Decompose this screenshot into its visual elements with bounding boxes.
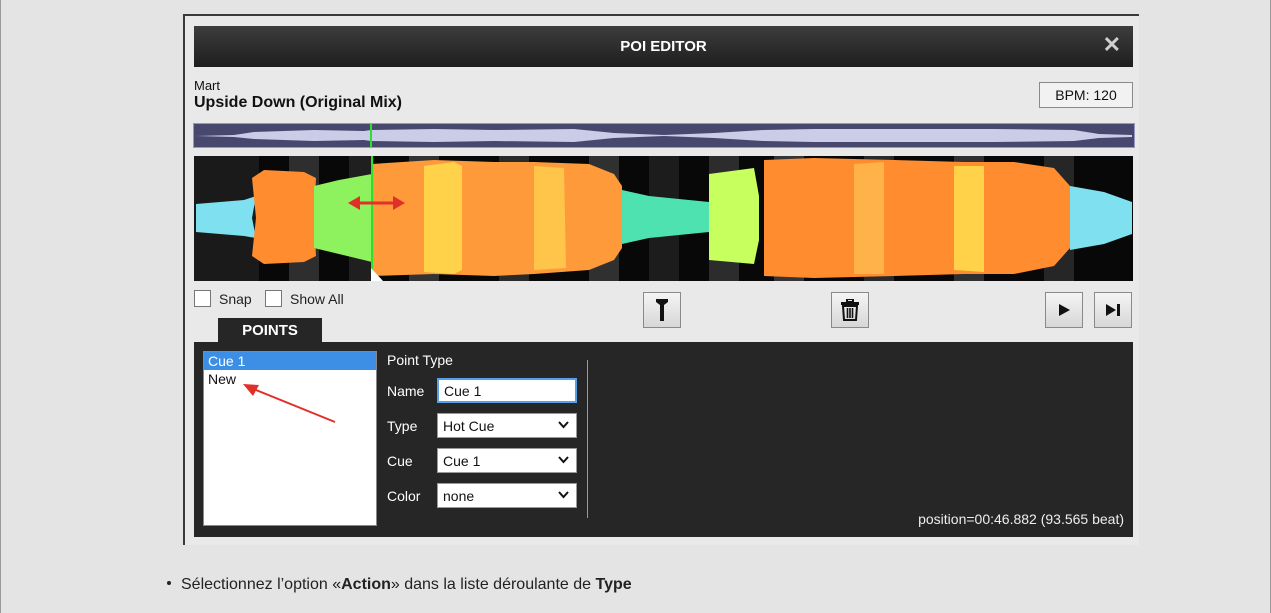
type-label: Type — [387, 418, 418, 434]
type-select[interactable]: Hot Cue — [437, 413, 577, 438]
snap-option[interactable]: Snap — [194, 290, 252, 307]
main-waveform-graphic — [194, 156, 1132, 281]
type-select-value: Hot Cue — [443, 417, 495, 434]
chevron-down-icon — [558, 456, 569, 464]
window-title: POI EDITOR — [620, 38, 707, 55]
tab-points[interactable]: POINTS — [218, 318, 322, 343]
overview-waveform[interactable] — [193, 123, 1135, 148]
bullet-dot — [167, 580, 171, 585]
cue-select[interactable]: Cue 1 — [437, 448, 577, 473]
cue-label: Cue — [387, 453, 413, 469]
trash-icon — [841, 299, 859, 321]
skip-next-icon — [1106, 304, 1120, 316]
overview-cursor — [370, 124, 372, 147]
position-readout: position=00:46.882 (93.565 beat) — [918, 511, 1124, 527]
show-all-label: Show All — [290, 290, 344, 307]
poi-editor-screenshot: POI EDITOR ✕ Mart Upside Down (Original … — [183, 14, 1139, 545]
instruction-action: Action — [341, 576, 391, 593]
snap-checkbox[interactable] — [194, 290, 211, 307]
point-type-heading: Point Type — [387, 352, 453, 368]
delete-button[interactable] — [831, 292, 869, 328]
color-select-value: none — [443, 487, 475, 504]
track-artist: Mart — [194, 78, 220, 93]
show-all-option[interactable]: Show All — [265, 290, 344, 307]
name-label: Name — [387, 383, 425, 399]
track-title: Upside Down (Original Mix) — [194, 94, 403, 111]
form-divider — [587, 360, 588, 518]
title-bar: POI EDITOR ✕ — [194, 26, 1133, 67]
instruction-middle: » dans la liste déroulante de — [390, 576, 596, 593]
annotation-arrow — [243, 384, 336, 423]
main-waveform[interactable] — [194, 156, 1133, 281]
cue-select-value: Cue 1 — [443, 452, 481, 469]
frame-left-line — [183, 14, 185, 545]
instruction-bullet: Sélectionnez l’option «Action» dans la l… — [167, 576, 632, 594]
color-select[interactable]: none — [437, 483, 577, 508]
show-all-checkbox[interactable] — [265, 290, 282, 307]
chevron-down-icon — [558, 421, 569, 429]
page-border-left — [0, 0, 1, 613]
instruction-type: Type — [595, 576, 632, 593]
bpm-display[interactable]: BPM: 120 — [1039, 82, 1133, 108]
playhead-line — [371, 156, 373, 281]
instruction-prefix: Sélectionnez l’option « — [181, 576, 342, 593]
close-icon[interactable]: ✕ — [1103, 34, 1121, 56]
chevron-down-icon — [558, 491, 569, 499]
snap-label: Snap — [219, 290, 252, 307]
filter-button[interactable] — [643, 292, 681, 328]
frame-top-line — [183, 14, 1139, 16]
funnel-icon — [656, 299, 668, 321]
points-panel: Cue 1 New Point Type Name Type Hot Cue C… — [194, 342, 1133, 537]
color-label: Color — [387, 488, 421, 504]
play-button[interactable] — [1045, 292, 1083, 328]
overview-waveform-graphic — [196, 124, 1132, 147]
list-item-cue-1[interactable]: Cue 1 — [204, 352, 376, 370]
next-button[interactable] — [1094, 292, 1132, 328]
name-input[interactable] — [437, 378, 577, 403]
play-icon — [1059, 304, 1070, 316]
